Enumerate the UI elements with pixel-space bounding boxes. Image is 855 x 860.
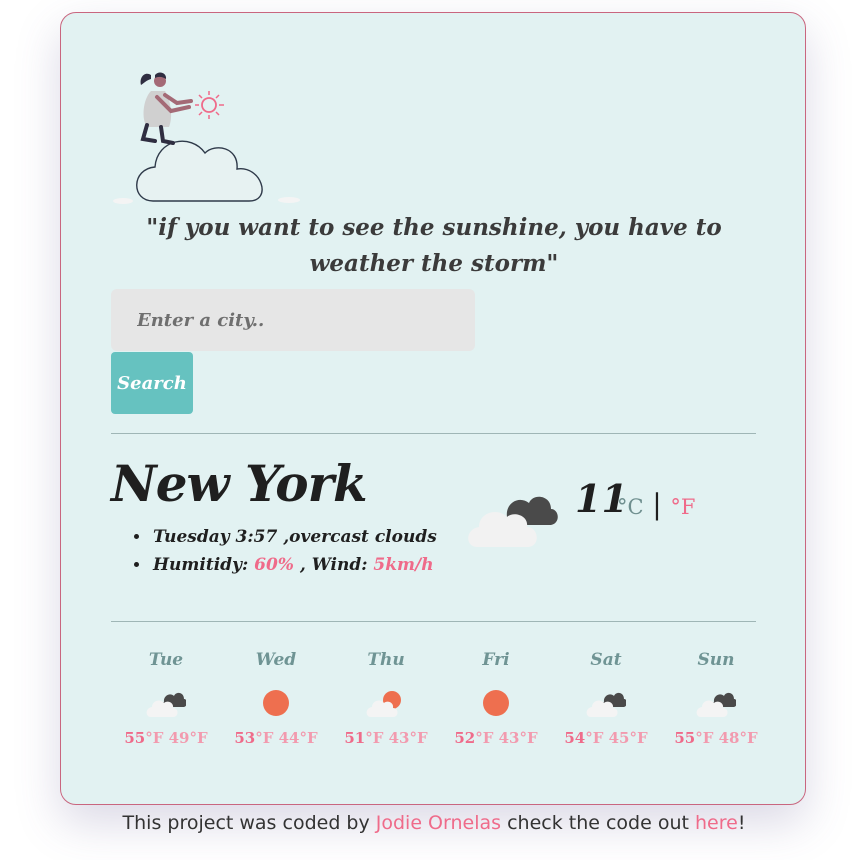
forecast-min-unit: °F: [519, 729, 538, 747]
humidity-value: 60%: [254, 555, 294, 575]
forecast-max-temp: 52: [454, 729, 476, 747]
divider-top: [111, 433, 756, 434]
forecast-day-name: Wed: [255, 650, 297, 670]
forecast-max-unit: °F: [145, 729, 164, 747]
few-clouds-icon: [366, 688, 406, 718]
humidity-label: Humitidy:: [153, 555, 255, 575]
forecast-min-unit: °F: [299, 729, 318, 747]
forecast-min-unit: °F: [629, 729, 648, 747]
forecast-min-unit: °F: [739, 729, 758, 747]
forecast-min-unit: °F: [409, 729, 428, 747]
forecast-day: Thu 51°F 43°F: [331, 648, 441, 748]
forecast-max-temp: 55: [674, 729, 696, 747]
forecast-min-temp: 49: [168, 729, 190, 747]
forecast-temps: 51°F 43°F: [344, 728, 427, 748]
forecast-max-temp: 53: [234, 729, 256, 747]
footer-middle: check the code out: [501, 812, 695, 834]
forecast-max-temp: 51: [344, 729, 366, 747]
forecast-row: Tue 55°F 49°F Wed 53°F 44°F Thu 51°F 43°F Fri 5…: [111, 648, 771, 748]
broken-clouds-icon: [586, 688, 627, 718]
wind-value: 5km/h: [373, 555, 434, 575]
forecast-max-temp: 54: [564, 729, 586, 747]
forecast-max-unit: °F: [475, 729, 494, 747]
footer-prefix: This project was coded by: [122, 812, 376, 834]
current-details-list: Tuesday 3:57 ,overcast clouds Humitidy: …: [131, 523, 437, 579]
weather-card: "if you want to see the sunshine, you ha…: [60, 12, 806, 805]
forecast-max-unit: °F: [365, 729, 384, 747]
wind-label: , Wind:: [293, 555, 374, 575]
forecast-max-unit: °F: [255, 729, 274, 747]
forecast-day: Fri 52°F 43°F: [441, 648, 551, 748]
weather-illustration-icon: [113, 72, 300, 204]
clear-sun-icon: [256, 688, 296, 718]
forecast-day-name: Thu: [367, 650, 405, 670]
forecast-min-temp: 44: [278, 729, 300, 747]
forecast-max-unit: °F: [585, 729, 604, 747]
author-link[interactable]: Jodie Ornelas: [376, 812, 501, 834]
forecast-min-temp: 48: [718, 729, 740, 747]
broken-clouds-icon: [468, 496, 558, 547]
inspirational-quote: "if you want to see the sunshine, you ha…: [146, 214, 722, 277]
forecast-day: Wed 53°F 44°F: [221, 648, 331, 748]
forecast-max-temp: 55: [124, 729, 146, 747]
celsius-link[interactable]: °C: [617, 495, 644, 519]
fahrenheit-link[interactable]: °F: [670, 495, 695, 519]
humidity-wind-item: Humitidy: 60% , Wind: 5km/h: [151, 551, 437, 579]
broken-clouds-icon: [696, 688, 737, 718]
clear-sun-icon: [476, 688, 516, 718]
forecast-day: Tue 55°F 49°F: [111, 648, 221, 748]
forecast-day: Sat 54°F 45°F: [551, 648, 661, 748]
city-name: New York: [111, 454, 368, 513]
footer: This project was coded by Jodie Ornelas …: [0, 812, 855, 834]
forecast-day-name: Fri: [482, 650, 510, 670]
unit-separator: |: [652, 488, 662, 521]
forecast-temps: 52°F 43°F: [454, 728, 537, 748]
forecast-day-name: Tue: [148, 650, 184, 670]
forecast-day-name: Sat: [590, 650, 622, 670]
broken-clouds-icon: [146, 688, 187, 718]
unit-switcher: °C | °F: [617, 491, 695, 521]
forecast-temps: 53°F 44°F: [234, 728, 317, 748]
forecast-min-temp: 45: [608, 729, 630, 747]
forecast-temps: 54°F 45°F: [564, 728, 647, 748]
forecast-min-temp: 43: [388, 729, 410, 747]
forecast-temps: 55°F 49°F: [124, 728, 207, 748]
forecast-min-temp: 43: [498, 729, 520, 747]
datetime-description: Tuesday 3:57 ,overcast clouds: [151, 523, 437, 551]
forecast-temps: 55°F 48°F: [674, 728, 757, 748]
forecast-day-name: Sun: [697, 650, 735, 670]
forecast-max-unit: °F: [695, 729, 714, 747]
divider-bottom: [111, 621, 756, 622]
forecast-min-unit: °F: [189, 729, 208, 747]
footer-suffix: !: [737, 812, 746, 834]
forecast-day: Sun 55°F 48°F: [661, 648, 771, 748]
source-code-link[interactable]: here: [695, 812, 738, 834]
city-search-input[interactable]: [111, 289, 475, 351]
search-button[interactable]: Search: [111, 352, 193, 414]
